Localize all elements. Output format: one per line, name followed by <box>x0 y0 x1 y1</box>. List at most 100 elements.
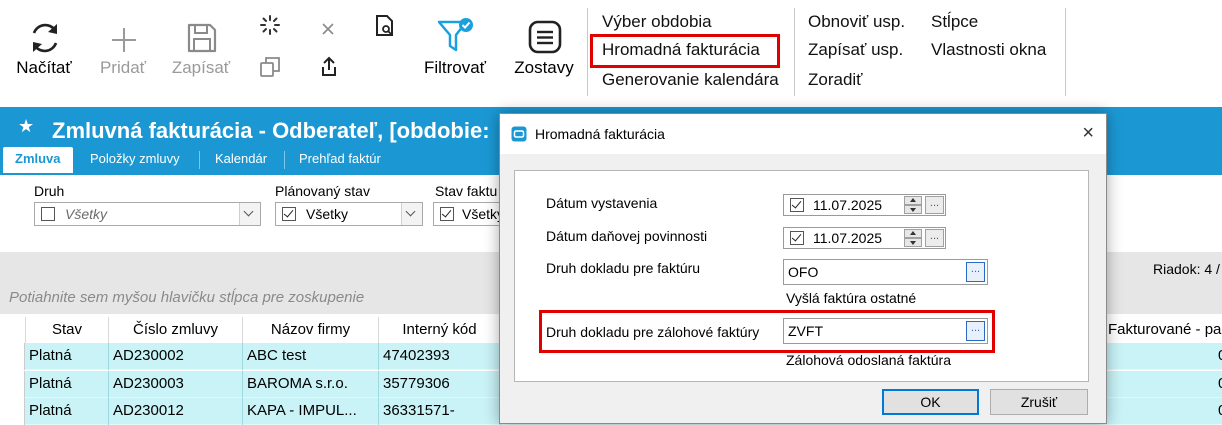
filter-planned-value: Všetky <box>306 206 349 222</box>
cell-company-name: ABC test <box>243 343 379 370</box>
cell-contract-number: AD230012 <box>109 398 243 425</box>
invoice-doc-type-field[interactable]: OFO ... <box>783 259 988 285</box>
cell-contract-number: AD230003 <box>109 371 243 398</box>
find-icon[interactable] <box>373 14 397 38</box>
filter-button[interactable]: Filtrovať <box>418 0 492 100</box>
cell-internal-code: 35779306 <box>379 371 501 398</box>
tab-contract[interactable]: Zmluva <box>3 147 73 173</box>
issue-date-label: Dátum vystavenia <box>546 195 658 211</box>
load-label: Načítať <box>16 58 72 77</box>
row-counter: Riadok: 4 / <box>1153 261 1220 277</box>
tab-calendar[interactable]: Kalendár <box>203 147 279 173</box>
filter-type-select[interactable]: Všetky <box>34 202 261 226</box>
close-icon[interactable]: × <box>1082 122 1094 145</box>
menu-period-select[interactable]: Výber obdobia <box>602 12 712 32</box>
invoice-doc-type-label: Druh dokladu pre faktúru <box>546 260 701 276</box>
chevron-down-icon[interactable] <box>239 203 260 225</box>
highlight-bulk-invoicing <box>590 34 780 68</box>
column-header-status[interactable]: Stav <box>25 317 109 343</box>
cell-invoiced: 0 <box>1214 343 1222 370</box>
filter-invoice-state-value: Všetky <box>462 206 505 222</box>
app-icon <box>511 126 527 142</box>
menu-columns[interactable]: Stĺpce <box>931 12 978 32</box>
tax-date-field[interactable]: 11.07.2025 ... <box>783 227 946 249</box>
tax-date-picker-button[interactable]: ... <box>925 229 944 247</box>
filter-type-checkbox[interactable] <box>41 207 55 221</box>
cell-status: Platná <box>25 343 109 370</box>
tax-date-label: Dátum daňovej povinnosti <box>546 228 708 244</box>
filter-planned-label: Plánovaný stav <box>275 183 370 199</box>
chevron-down-icon[interactable] <box>401 203 422 225</box>
tab-invoice-overview[interactable]: Prehľad faktúr <box>287 147 393 173</box>
column-header-company-name[interactable]: Názov firmy <box>243 317 379 343</box>
ok-button[interactable]: OK <box>882 389 979 415</box>
tab-divider <box>199 151 200 169</box>
filter-planned-checkbox[interactable] <box>282 207 296 221</box>
load-button[interactable]: Načítať <box>8 0 80 100</box>
row-indicator[interactable] <box>0 398 25 425</box>
dialog-titlebar[interactable]: Hromadná fakturácia × <box>500 114 1106 154</box>
cell-status: Platná <box>25 398 109 425</box>
filter-icon <box>437 18 473 52</box>
menu-generate-calendar[interactable]: Generovanie kalendára <box>602 70 779 90</box>
filter-type-label: Druh <box>34 183 65 199</box>
filter-label: Filtrovať <box>423 58 487 77</box>
cell-invoiced: 0 <box>1214 371 1222 398</box>
page-title: Zmluvná fakturácia - Odberateľ, [obdobie… <box>52 118 490 143</box>
toolbar-divider <box>587 8 588 96</box>
issue-date-field[interactable]: 11.07.2025 ... <box>783 194 946 216</box>
advance-doc-type-label: Druh dokladu pre zálohové faktúry <box>546 324 760 340</box>
reports-label: Zostavy <box>514 58 574 77</box>
invoice-doc-type-description: Vyšlá faktúra ostatné <box>786 290 917 306</box>
save-icon <box>187 23 217 53</box>
close-icon[interactable] <box>321 22 335 36</box>
reports-button[interactable]: Zostavy <box>506 0 582 100</box>
group-hint: Potiahnite sem myšou hlavičku stĺpca pre… <box>9 289 365 306</box>
save-label: Zapísať <box>171 58 231 77</box>
dialog-title: Hromadná fakturácia <box>535 126 665 142</box>
tab-contract-items[interactable]: Položky zmluvy <box>78 147 192 173</box>
cell-internal-code: 36331571- <box>379 398 501 425</box>
filter-invoice-state-label: Stav faktu <box>435 183 498 199</box>
tax-date-spinner[interactable] <box>904 229 922 247</box>
menu-window-properties[interactable]: Vlastnosti okna <box>931 40 1046 60</box>
filter-invoice-state-checkbox[interactable] <box>440 207 454 221</box>
share-icon[interactable] <box>319 56 339 78</box>
menu-refresh-layout[interactable]: Obnoviť usp. <box>808 12 905 32</box>
issue-date-checkbox[interactable] <box>790 198 804 212</box>
advance-doc-type-field[interactable]: ZVFT ... <box>783 318 988 344</box>
save-button[interactable]: Zapísať <box>166 0 236 100</box>
row-indicator[interactable] <box>0 343 25 370</box>
star-icon[interactable]: ★ <box>18 116 34 137</box>
row-indicator[interactable] <box>0 371 25 398</box>
tax-date-checkbox[interactable] <box>790 231 804 245</box>
filter-planned-select[interactable]: Všetky <box>275 202 423 226</box>
advance-doc-type-lookup-button[interactable]: ... <box>966 321 985 341</box>
cell-status: Platná <box>25 371 109 398</box>
cell-company-name: KAPA - IMPUL... <box>243 398 379 425</box>
column-header-internal-code[interactable]: Interný kód <box>379 317 501 343</box>
issue-date-spinner[interactable] <box>904 196 922 214</box>
tax-date-value: 11.07.2025 <box>813 230 883 246</box>
reports-icon <box>528 20 562 54</box>
menu-sort[interactable]: Zoradiť <box>808 70 863 90</box>
cell-internal-code: 47402393 <box>379 343 501 370</box>
tab-divider <box>284 151 285 169</box>
advance-doc-type-value: ZVFT <box>788 323 823 339</box>
add-label: Pridať <box>99 58 147 77</box>
column-header-contract-number[interactable]: Číslo zmluvy <box>109 317 243 343</box>
issue-date-value: 11.07.2025 <box>813 197 883 213</box>
bulk-invoicing-dialog: Hromadná fakturácia × Dátum vystavenia 1… <box>499 113 1107 424</box>
issue-date-picker-button[interactable]: ... <box>925 196 944 214</box>
toolbar-divider <box>794 8 795 96</box>
cancel-button[interactable]: Zrušiť <box>990 389 1088 415</box>
column-header-invoiced[interactable]: Fakturované - pa <box>1106 317 1222 343</box>
menu-save-layout[interactable]: Zapísať usp. <box>808 40 903 60</box>
advance-doc-type-description: Zálohová odoslaná faktúra <box>786 352 951 368</box>
add-button[interactable]: Pridať <box>92 0 154 100</box>
copy-icon[interactable] <box>259 56 281 78</box>
invoice-doc-type-value: OFO <box>788 264 819 280</box>
invoice-doc-type-lookup-button[interactable]: ... <box>966 262 985 282</box>
spinner-icon[interactable] <box>259 14 281 36</box>
plus-icon <box>112 28 136 52</box>
